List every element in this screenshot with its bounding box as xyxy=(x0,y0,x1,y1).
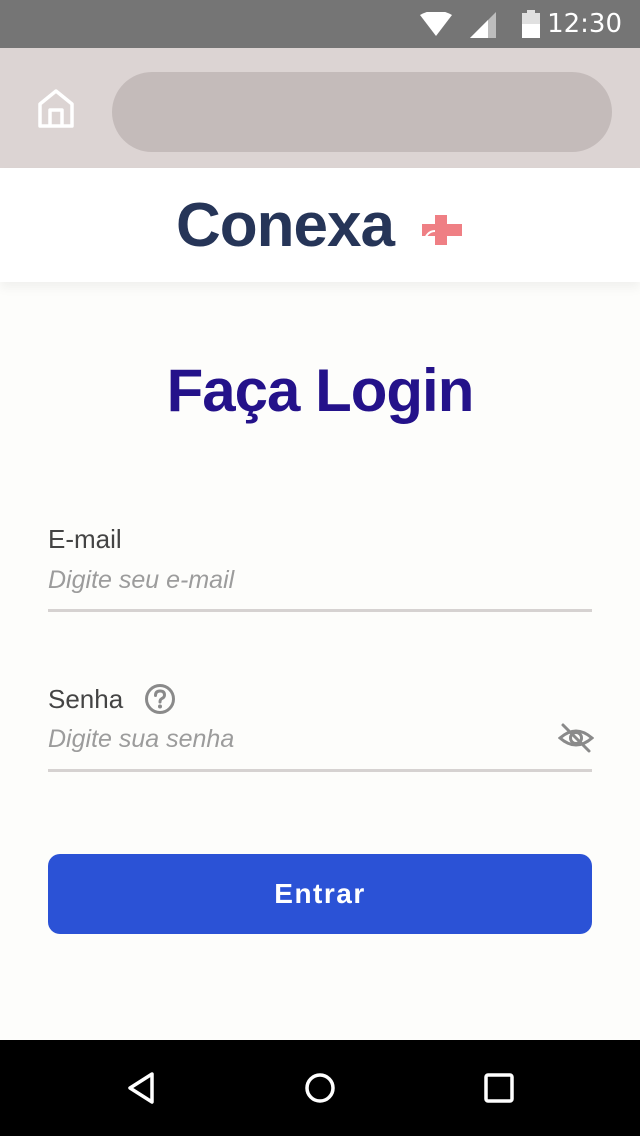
password-underline xyxy=(48,769,592,772)
browser-toolbar xyxy=(0,48,640,168)
battery-icon xyxy=(522,10,540,38)
status-time: 12:30 xyxy=(547,9,622,39)
app-header: Conexa xyxy=(0,168,640,282)
signal-icon xyxy=(470,12,496,38)
recents-square-icon[interactable] xyxy=(481,1070,517,1106)
status-bar: 12:30 xyxy=(0,0,640,48)
back-triangle-icon[interactable] xyxy=(124,1070,160,1106)
password-field[interactable] xyxy=(48,719,548,759)
email-label: E-mail xyxy=(48,524,122,554)
login-button[interactable]: Entrar xyxy=(48,854,592,934)
page-title: Faça Login xyxy=(166,357,475,424)
email-field[interactable] xyxy=(48,560,592,600)
eye-off-icon[interactable] xyxy=(558,720,594,756)
brand-logo-text: Conexa xyxy=(176,191,395,260)
home-circle-icon[interactable] xyxy=(302,1070,338,1106)
home-icon[interactable] xyxy=(34,86,78,130)
help-circle-icon[interactable] xyxy=(144,683,176,715)
system-nav-bar xyxy=(0,1040,640,1136)
wifi-icon xyxy=(420,12,452,36)
email-underline xyxy=(48,609,592,612)
cross-plus-logo xyxy=(422,215,462,245)
password-label: Senha xyxy=(48,684,124,714)
address-bar-input[interactable] xyxy=(112,72,612,152)
